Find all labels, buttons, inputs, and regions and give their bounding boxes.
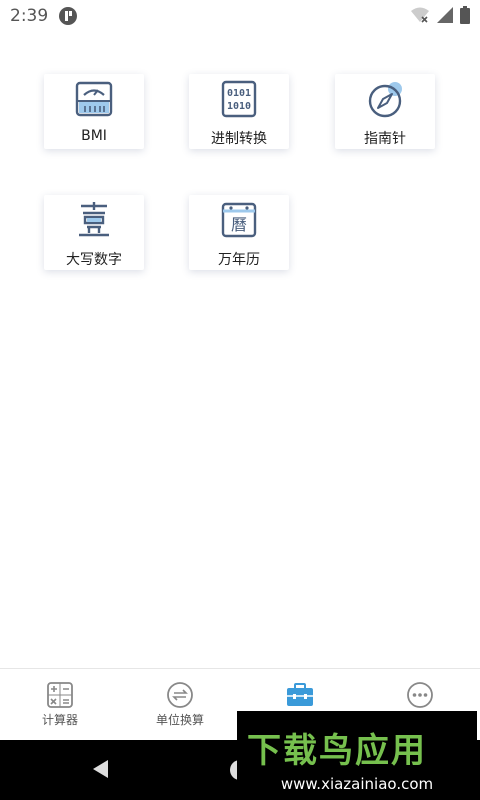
unit-convert-icon bbox=[167, 682, 193, 708]
nav-tab-calculator[interactable]: 计算器 bbox=[0, 669, 120, 741]
tool-card-compass[interactable]: 指南针 bbox=[335, 74, 435, 149]
tool-label: BMI bbox=[81, 128, 107, 144]
tool-label: 万年历 bbox=[218, 252, 260, 268]
status-bar: 2:39 bbox=[0, 0, 480, 32]
chinese-numeral-icon bbox=[79, 202, 109, 237]
toolbox-icon bbox=[287, 683, 313, 706]
nav-label: 计算器 bbox=[41, 713, 78, 727]
system-icons bbox=[410, 6, 470, 24]
svg-text:0101: 0101 bbox=[227, 88, 251, 99]
binary-icon: 0101 1010 bbox=[221, 80, 257, 118]
tool-label: 进制转换 bbox=[211, 131, 267, 147]
more-icon bbox=[407, 682, 433, 708]
tool-card-bmi[interactable]: BMI bbox=[44, 74, 144, 149]
watermark-url: www.xiazainiao.com bbox=[280, 775, 434, 793]
svg-text:1010: 1010 bbox=[227, 101, 251, 112]
svg-text:曆: 曆 bbox=[231, 215, 247, 234]
calendar-icon: 曆 bbox=[221, 202, 257, 238]
status-time: 2:39 bbox=[10, 6, 49, 26]
calculator-icon bbox=[47, 682, 73, 708]
notification-app-icon bbox=[58, 6, 78, 30]
tool-label: 大写数字 bbox=[66, 252, 122, 268]
nav-tab-unit-convert[interactable]: 单位换算 bbox=[120, 669, 240, 741]
signal-icon bbox=[437, 7, 453, 23]
tool-label: 指南针 bbox=[364, 131, 406, 147]
watermark-title: 下载鸟应用 bbox=[247, 731, 427, 771]
tool-card-calendar[interactable]: 曆 万年历 bbox=[189, 195, 289, 270]
battery-icon bbox=[460, 6, 470, 24]
watermark-logo: 下载鸟应用 www.xiazainiao.com bbox=[237, 711, 477, 800]
nav-label: 单位换算 bbox=[155, 713, 204, 727]
scale-icon bbox=[75, 81, 113, 117]
compass-icon bbox=[368, 82, 402, 118]
tool-card-chinese-numeral[interactable]: 大写数字 bbox=[44, 195, 144, 270]
back-icon[interactable] bbox=[90, 758, 112, 780]
wifi-off-icon bbox=[411, 7, 429, 23]
tool-card-base-convert[interactable]: 0101 1010 进制转换 bbox=[189, 74, 289, 149]
